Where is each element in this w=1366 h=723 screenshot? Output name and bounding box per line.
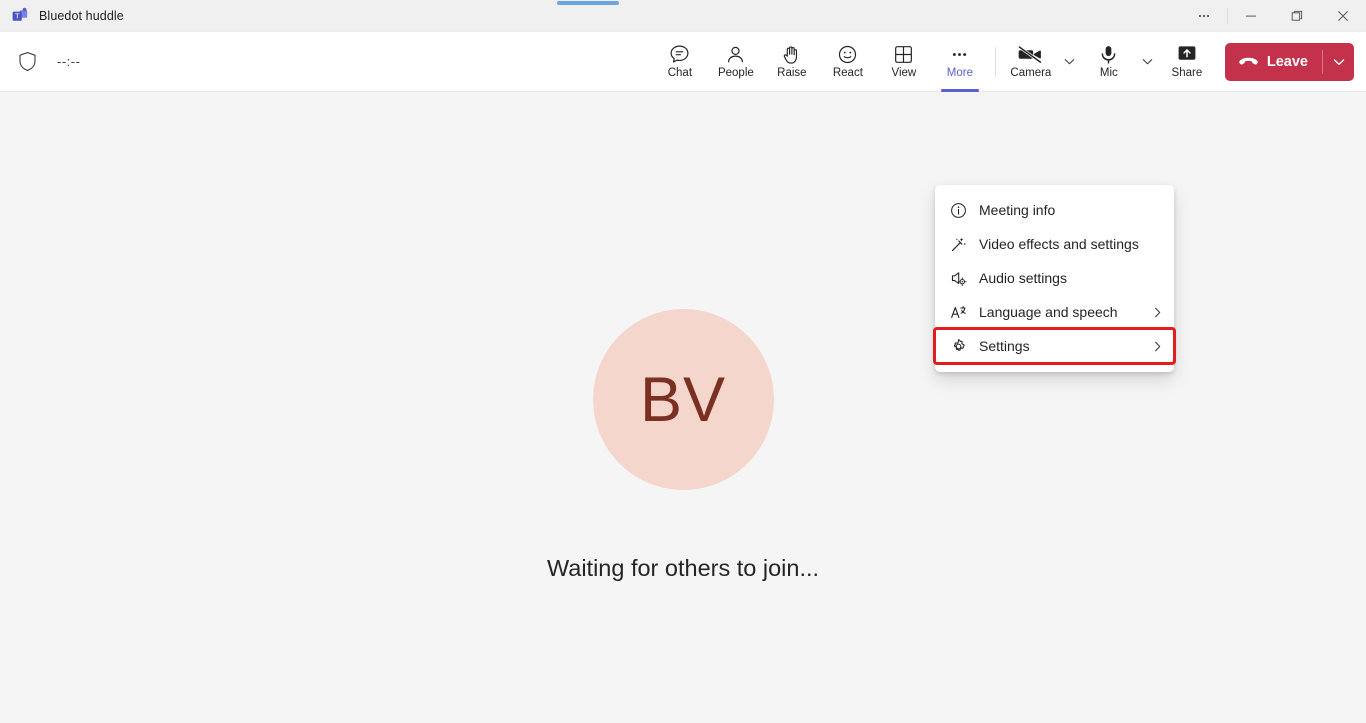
raise-hand-label: Raise xyxy=(777,67,807,79)
share-label: Share xyxy=(1171,67,1203,79)
toolbar-left-group: --:-- xyxy=(0,51,80,72)
ellipsis-icon xyxy=(1198,14,1210,17)
people-label: People xyxy=(717,67,754,79)
meeting-stage: BV Waiting for others to join... Meeting… xyxy=(0,92,1366,722)
waiting-message: Waiting for others to join... xyxy=(546,555,820,581)
raise-hand-icon xyxy=(781,43,802,65)
menu-item-label: Language and speech xyxy=(979,304,1118,320)
chat-icon xyxy=(669,43,690,65)
leave-label: Leave xyxy=(1266,53,1308,70)
camera-options-caret[interactable] xyxy=(1059,40,1081,84)
window-close-button[interactable] xyxy=(1320,0,1366,32)
speaker-gear-icon xyxy=(949,270,967,287)
menu-item-meeting-info[interactable]: Meeting info xyxy=(935,193,1174,227)
window-controls xyxy=(1181,0,1366,32)
share-button[interactable]: Share xyxy=(1159,34,1215,90)
react-smiley-icon xyxy=(837,43,858,65)
toolbar-controls-group: Chat People Raise React View More Camera… xyxy=(652,32,1366,92)
chevron-down-icon xyxy=(1143,59,1153,65)
raise-hand-button[interactable]: Raise xyxy=(764,34,820,90)
window-minimize-button[interactable] xyxy=(1228,0,1274,32)
more-button[interactable]: More xyxy=(932,34,988,92)
chevron-down-icon xyxy=(1065,59,1075,65)
leave-control-group: Leave xyxy=(1224,42,1354,81)
toolbar-divider-1 xyxy=(994,46,996,77)
people-button[interactable]: People xyxy=(708,34,764,90)
menu-item-label: Audio settings xyxy=(979,270,1067,286)
menu-item-label: Settings xyxy=(979,338,1030,354)
share-screen-icon xyxy=(1176,43,1198,65)
gear-icon xyxy=(949,338,967,355)
close-icon xyxy=(1338,10,1348,21)
menu-item-label: Video effects and settings xyxy=(979,236,1139,252)
window-title: Bluedot huddle xyxy=(39,8,124,23)
people-icon xyxy=(725,43,746,65)
avatar: BV xyxy=(592,309,774,490)
menu-item-language-and-speech[interactable]: Language and speech xyxy=(935,295,1174,329)
mic-button[interactable]: Mic xyxy=(1081,34,1137,90)
menu-item-video-effects-and-settings[interactable]: Video effects and settings xyxy=(935,227,1174,261)
window-maximize-button[interactable] xyxy=(1274,0,1320,32)
window-drag-indicator[interactable] xyxy=(557,1,619,5)
avatar-initials: BV xyxy=(639,364,727,435)
mic-options-caret[interactable] xyxy=(1137,40,1159,84)
meeting-toolbar: --:-- Chat People Raise React View More … xyxy=(0,32,1366,92)
react-label: React xyxy=(832,67,863,79)
chevron-right-icon xyxy=(1151,340,1164,353)
magic-wand-icon xyxy=(949,236,967,253)
meeting-timer: --:-- xyxy=(57,54,81,69)
view-grid-icon xyxy=(893,43,914,65)
view-label: View xyxy=(891,67,917,79)
shield-icon[interactable] xyxy=(18,51,37,72)
leave-options-caret[interactable] xyxy=(1323,43,1354,81)
camera-off-icon xyxy=(1018,43,1043,65)
menu-item-settings[interactable]: Settings xyxy=(933,327,1176,365)
info-circle-icon xyxy=(949,202,967,219)
camera-control-group: Camera xyxy=(1003,34,1081,90)
minimize-icon xyxy=(1246,15,1256,17)
svg-text:T: T xyxy=(15,11,20,20)
chat-button[interactable]: Chat xyxy=(652,34,708,90)
ellipsis-icon xyxy=(949,43,970,65)
hang-up-icon xyxy=(1238,55,1259,68)
more-options-menu: Meeting info Video effects and settings xyxy=(933,185,1176,372)
react-button[interactable]: React xyxy=(820,34,876,90)
leave-button[interactable]: Leave xyxy=(1225,43,1322,81)
window-more-options-button[interactable] xyxy=(1181,0,1227,32)
microphone-icon xyxy=(1098,43,1119,65)
chevron-right-icon xyxy=(1151,306,1164,319)
camera-label: Camera xyxy=(1010,67,1052,79)
menu-item-audio-settings[interactable]: Audio settings xyxy=(935,261,1174,295)
camera-button[interactable]: Camera xyxy=(1003,34,1059,90)
maximize-restore-icon xyxy=(1291,10,1303,21)
chat-label: Chat xyxy=(667,67,693,79)
chevron-down-icon xyxy=(1333,58,1344,65)
window-title-bar: T Bluedot huddle xyxy=(0,0,1366,32)
view-button[interactable]: View xyxy=(876,34,932,90)
menu-item-label: Meeting info xyxy=(979,202,1056,218)
teams-logo-icon: T xyxy=(11,7,29,25)
translate-icon xyxy=(949,304,967,321)
mic-label: Mic xyxy=(1099,67,1118,79)
mic-control-group: Mic xyxy=(1081,34,1159,90)
more-label: More xyxy=(946,67,973,79)
